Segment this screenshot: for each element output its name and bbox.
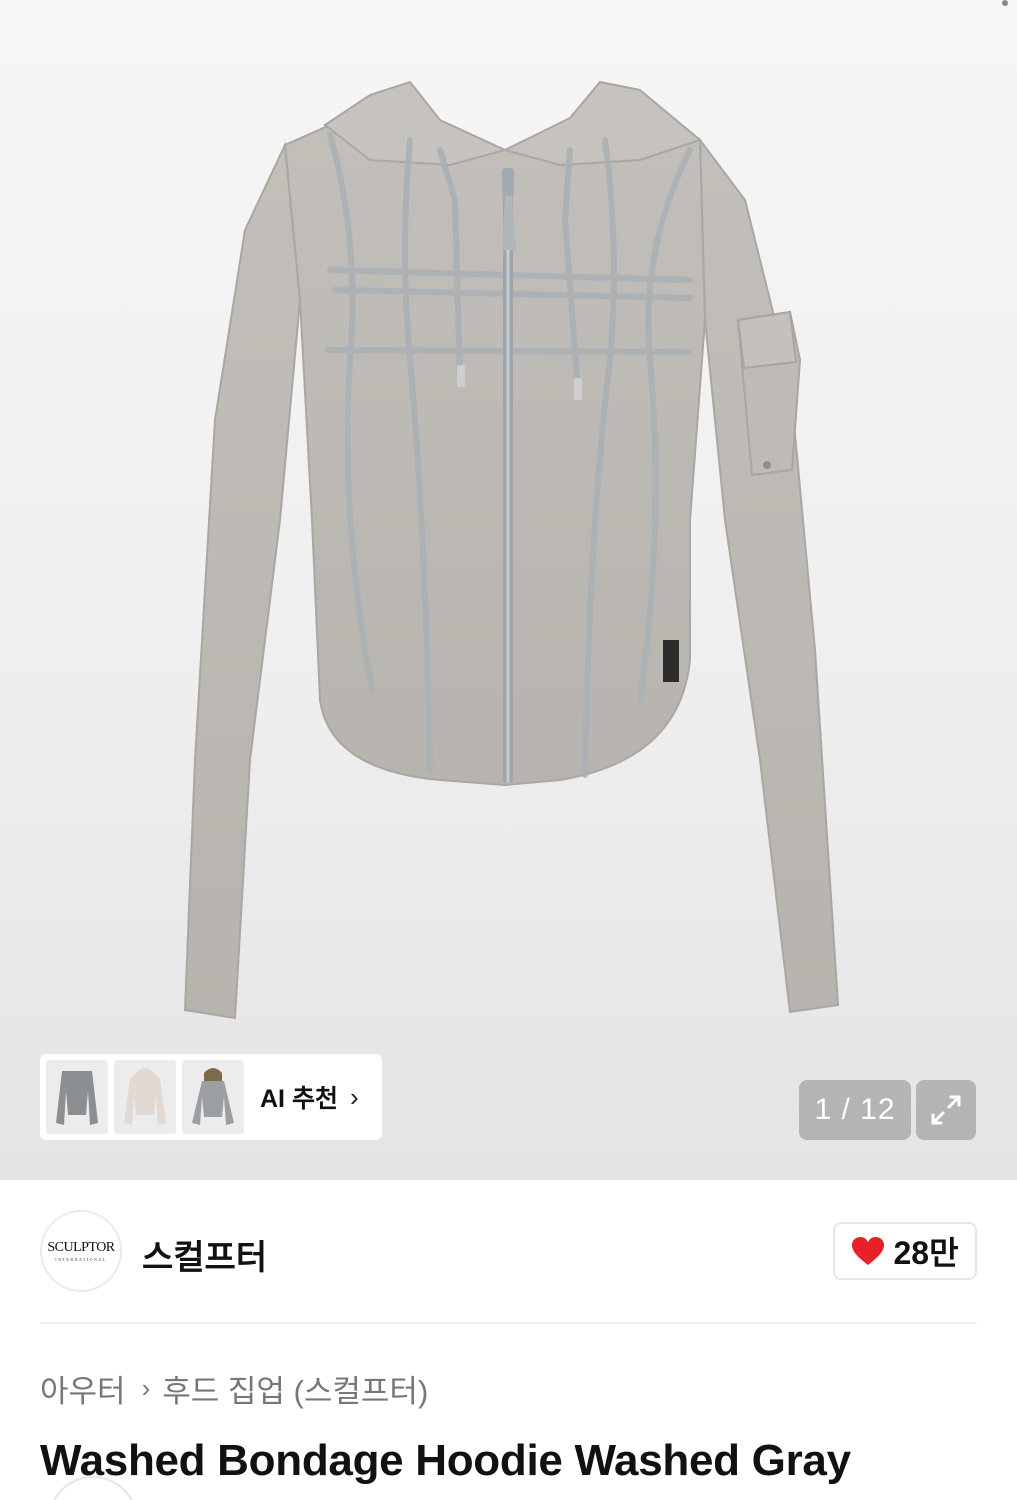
brand-like-count: 28만 [893,1235,959,1271]
expand-icon [931,1095,961,1125]
section-divider [40,1322,977,1324]
breadcrumb-category[interactable]: 아우터 [40,1366,126,1411]
ai-thumb-1[interactable] [46,1060,108,1134]
beige-hoodie-thumb-icon [192,1068,234,1125]
ai-recommend-text: AI 추천 [260,1085,338,1113]
ai-recommend-button[interactable]: AI 추천 › [40,1054,382,1140]
gray-zip-hoodie-thumb-icon [56,1071,98,1125]
ai-thumb-3[interactable] [182,1060,244,1134]
chevron-right-icon: › [349,1081,359,1112]
breadcrumb: 아우터 › 후드 집업 (스컬프터) [40,1366,428,1411]
brand-name-link[interactable]: 스컬프터 [142,1230,267,1279]
breadcrumb-subcategory[interactable]: 후드 집업 (스컬프터) [162,1366,428,1411]
brand-logo-text: SCULPTOR [47,1240,115,1255]
brand-row: SCULPTOR INTERNATIONAL 스컬프터 28만 [40,1210,977,1292]
product-title: Washed Bondage Hoodie Washed Gray [40,1436,851,1485]
brand-logo-subtext: INTERNATIONAL [55,1257,107,1262]
product-photo-hoodie [183,80,840,1020]
light-hoodie-thumb-icon [124,1068,166,1125]
ai-recommend-label: AI 추천 › [260,1079,359,1115]
image-page-counter: 1 / 12 [799,1080,911,1140]
chevron-right-icon: › [141,1373,151,1403]
brand-like-button[interactable]: 28만 [833,1222,977,1280]
expand-button[interactable] [916,1080,976,1140]
ai-thumb-2[interactable] [114,1060,176,1134]
product-image-gallery[interactable]: AI 추천 › 1 / 12 [0,0,1017,1180]
heart-icon [852,1237,885,1265]
brand-logo[interactable]: SCULPTOR INTERNATIONAL [40,1210,122,1292]
